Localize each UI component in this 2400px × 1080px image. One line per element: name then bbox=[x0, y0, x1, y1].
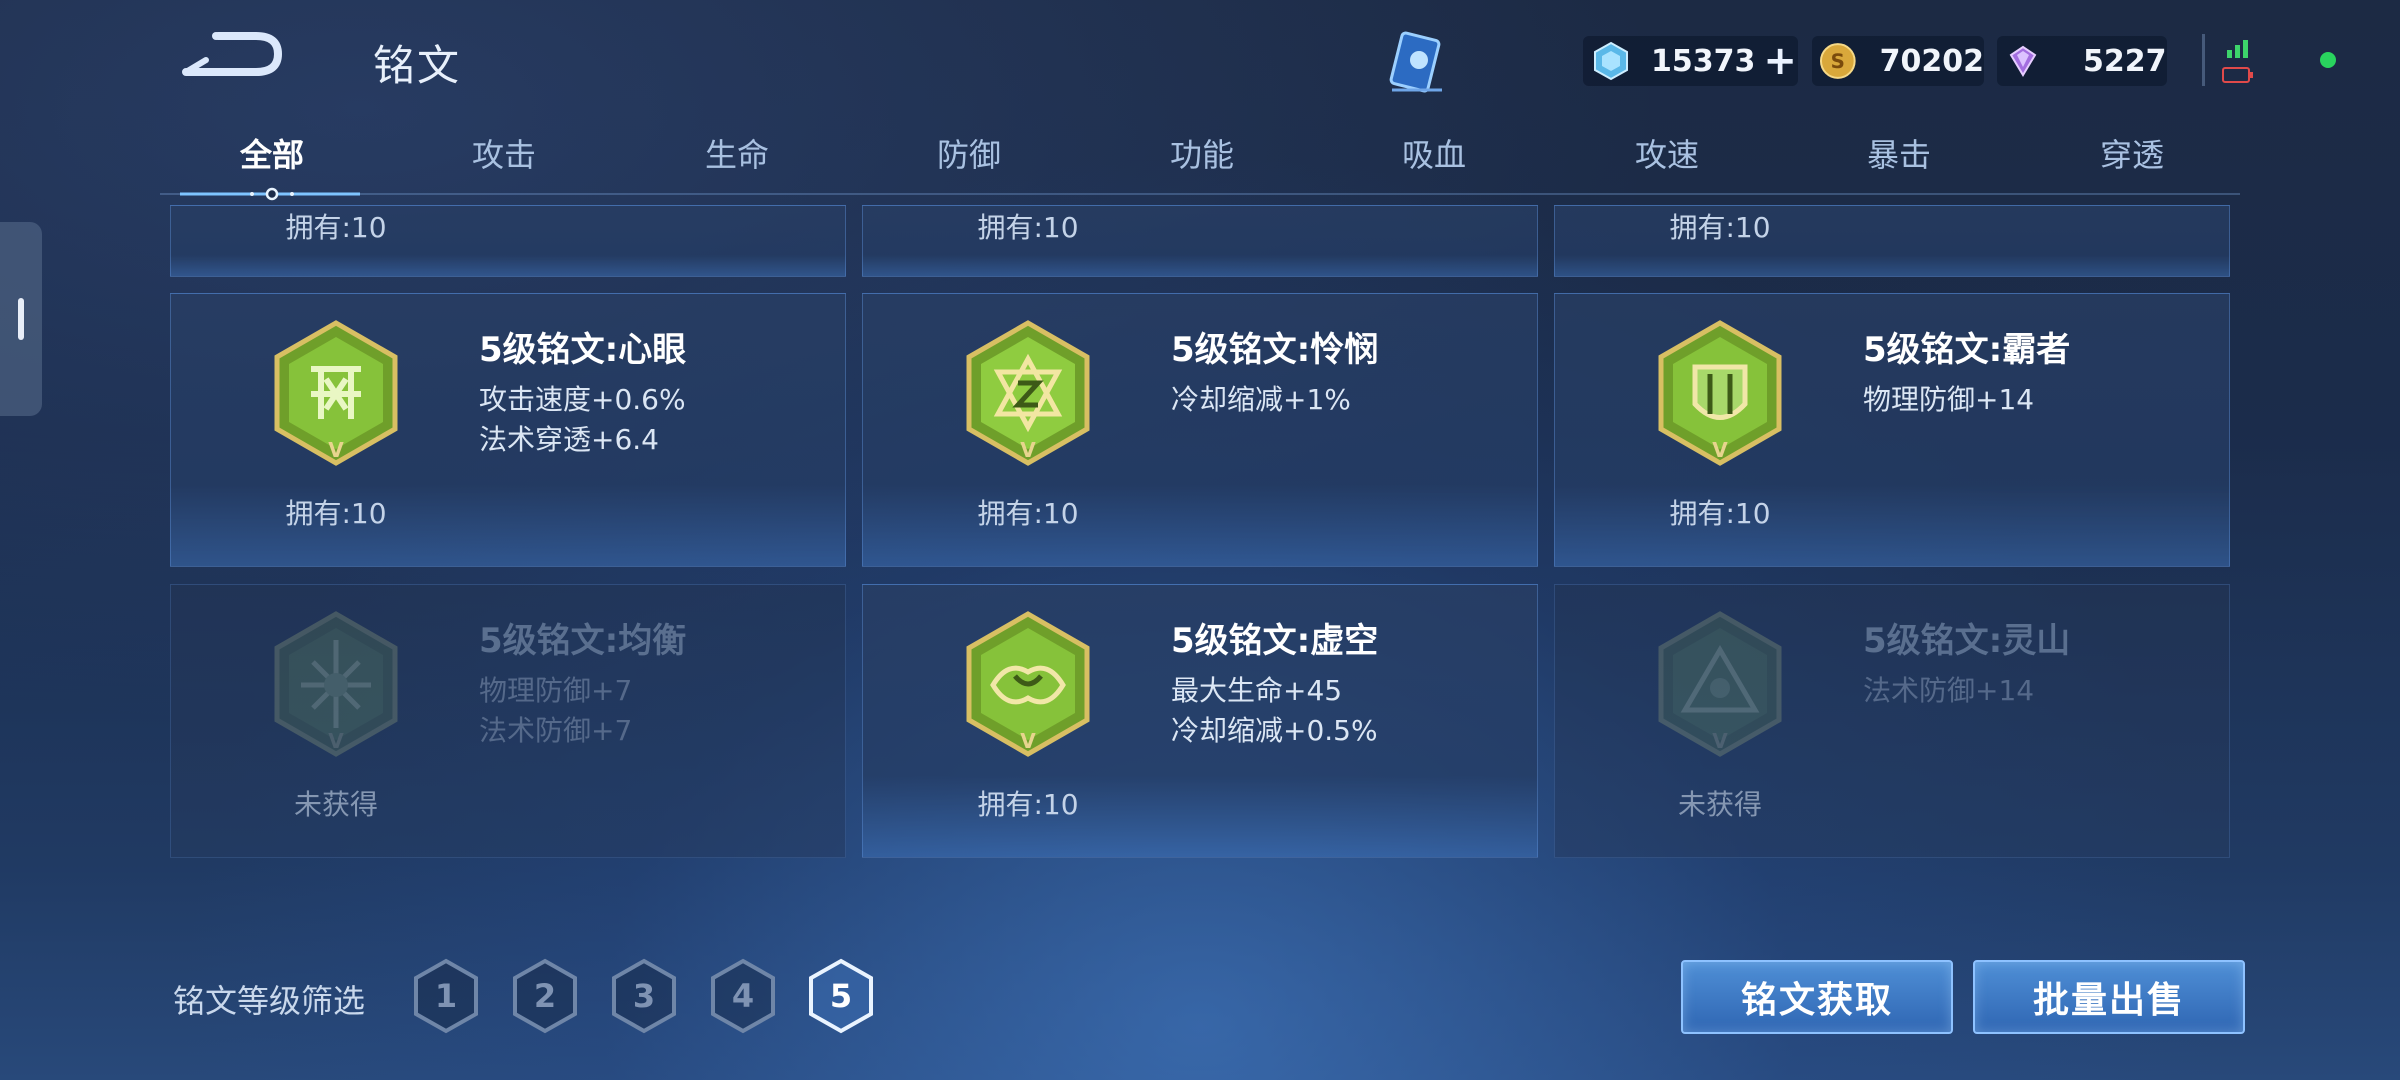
svg-text:V: V bbox=[328, 729, 344, 753]
status-divider bbox=[2202, 34, 2205, 86]
rune-name: 5级铭文:心眼 bbox=[479, 330, 687, 370]
svg-text:V: V bbox=[1020, 438, 1036, 462]
owned-count: 拥有:10 bbox=[285, 211, 387, 244]
rune-attr: 法术防御+14 bbox=[1863, 674, 2035, 707]
crystal-count: 5227 bbox=[2083, 43, 2167, 79]
level-filter-3[interactable]: 3 bbox=[610, 958, 678, 1034]
rune-card-lingshan[interactable]: V 5级铭文:灵山 法术防御+14 未获得 bbox=[1554, 584, 2230, 858]
owned-count: 拥有:10 bbox=[1669, 211, 1771, 244]
xukong-rune-icon: V bbox=[966, 611, 1090, 757]
tab-critical[interactable]: 暴击 bbox=[1867, 130, 1931, 176]
rune-card-bazhe[interactable]: V 5级铭文:霸者 物理防御+14 拥有:10 bbox=[1554, 293, 2230, 567]
rune-card-partial[interactable]: 拥有:10 bbox=[1554, 205, 2230, 277]
active-tab-indicator bbox=[160, 186, 380, 201]
tab-attack[interactable]: 攻击 bbox=[472, 130, 536, 176]
rune-attr: 最大生命+45 bbox=[1171, 674, 1343, 707]
signal-icon bbox=[2223, 38, 2253, 62]
level-filter-2[interactable]: 2 bbox=[511, 958, 579, 1034]
rune-attr: 攻击速度+0.6% bbox=[479, 383, 686, 416]
tab-health[interactable]: 生命 bbox=[705, 130, 769, 176]
owned-count: 拥有:10 bbox=[977, 788, 1079, 821]
tab-all[interactable]: 全部 bbox=[240, 130, 304, 176]
level-filter-1[interactable]: 1 bbox=[412, 958, 480, 1034]
owned-count: 拥有:10 bbox=[977, 211, 1079, 244]
online-status-dot bbox=[2320, 52, 2336, 68]
handle-grip bbox=[18, 298, 24, 340]
diamond-count: 15373 bbox=[1651, 43, 1756, 79]
svg-text:V: V bbox=[328, 438, 344, 462]
rune-attr: 冷却缩减+1% bbox=[1171, 383, 1351, 416]
level-number: 5 bbox=[830, 977, 852, 1015]
level-number: 2 bbox=[534, 977, 556, 1015]
obtain-rune-button[interactable]: 铭文获取 bbox=[1681, 960, 1953, 1034]
level-number: 1 bbox=[435, 977, 457, 1015]
tab-attack-speed[interactable]: 攻速 bbox=[1635, 130, 1699, 176]
tab-penetration[interactable]: 穿透 bbox=[2100, 130, 2164, 176]
rune-attr: 物理防御+14 bbox=[1863, 383, 2035, 416]
diamond-gem-icon bbox=[1594, 41, 1628, 81]
rune-attr: 法术防御+7 bbox=[479, 714, 633, 747]
purple-crystal-icon bbox=[2009, 45, 2037, 77]
owned-status: 未获得 bbox=[1677, 788, 1762, 821]
rune-name: 5级铭文:怜悯 bbox=[1171, 330, 1379, 370]
svg-text:S: S bbox=[1831, 50, 1845, 73]
tab-divider-line bbox=[160, 193, 2240, 195]
diamond-currency[interactable]: 15373 + bbox=[1583, 36, 1798, 86]
svg-text:V: V bbox=[1020, 729, 1036, 753]
event-card-icon[interactable] bbox=[1382, 30, 1452, 100]
crystal-currency: 5227 bbox=[1997, 36, 2167, 86]
xinyan-rune-icon: V bbox=[274, 320, 398, 466]
owned-count: 拥有:10 bbox=[977, 497, 1079, 530]
rune-name: 5级铭文:虚空 bbox=[1171, 621, 1379, 661]
level-number: 3 bbox=[633, 977, 655, 1015]
owned-count: 拥有:10 bbox=[285, 497, 387, 530]
back-arrow-icon bbox=[182, 32, 283, 76]
rune-card-junheng[interactable]: V 5级铭文:均衡 物理防御+7 法术防御+7 未获得 bbox=[170, 584, 846, 858]
owned-status: 未获得 bbox=[293, 788, 378, 821]
bazhe-rune-icon: V bbox=[1658, 320, 1782, 466]
gold-count: 70202 bbox=[1879, 43, 1984, 79]
lianmin-rune-icon: V bbox=[966, 320, 1090, 466]
svg-text:V: V bbox=[1712, 438, 1728, 462]
rune-name: 5级铭文:均衡 bbox=[479, 621, 687, 661]
back-button[interactable] bbox=[178, 30, 283, 82]
rune-card-partial[interactable]: 拥有:10 bbox=[170, 205, 846, 277]
bulk-sell-button[interactable]: 批量出售 bbox=[1973, 960, 2245, 1034]
level-filter-5[interactable]: 5 bbox=[807, 958, 875, 1034]
svg-text:V: V bbox=[1712, 729, 1728, 753]
rune-card-xukong[interactable]: V 5级铭文:虚空 最大生命+45 冷却缩减+0.5% 拥有:10 bbox=[862, 584, 1538, 858]
tab-lifesteal[interactable]: 吸血 bbox=[1402, 130, 1466, 176]
lingshan-rune-icon: V bbox=[1658, 611, 1782, 757]
rune-card-lianmin[interactable]: V 5级铭文:怜悯 冷却缩减+1% 拥有:10 bbox=[862, 293, 1538, 567]
rune-attr: 法术穿透+6.4 bbox=[479, 423, 659, 456]
level-filter-4[interactable]: 4 bbox=[709, 958, 777, 1034]
side-drawer-handle[interactable] bbox=[0, 222, 42, 416]
battery-icon bbox=[2222, 66, 2254, 88]
rune-name: 5级铭文:灵山 bbox=[1863, 621, 2071, 661]
page-title: 铭文 bbox=[373, 41, 462, 90]
level-filter-label: 铭文等级筛选 bbox=[173, 982, 366, 1020]
owned-count: 拥有:10 bbox=[1669, 497, 1771, 530]
junheng-rune-icon: V bbox=[274, 611, 398, 757]
gold-currency: S 70202 bbox=[1812, 36, 1984, 86]
rune-card-partial[interactable]: 拥有:10 bbox=[862, 205, 1538, 277]
rune-card-xinyan[interactable]: V 5级铭文:心眼 攻击速度+0.6% 法术穿透+6.4 拥有:10 bbox=[170, 293, 846, 567]
tab-defense[interactable]: 防御 bbox=[937, 130, 1001, 176]
level-number: 4 bbox=[732, 977, 754, 1015]
add-diamond-icon[interactable]: + bbox=[1763, 38, 1797, 84]
rune-attr: 物理防御+7 bbox=[479, 674, 633, 707]
rune-attr: 冷却缩减+0.5% bbox=[1171, 714, 1378, 747]
tab-function[interactable]: 功能 bbox=[1170, 130, 1234, 176]
gold-coin-icon: S bbox=[1819, 43, 1856, 79]
category-tabs: 全部 攻击 生命 防御 功能 吸血 攻速 暴击 穿透 bbox=[160, 130, 2240, 190]
rune-name: 5级铭文:霸者 bbox=[1863, 330, 2071, 370]
